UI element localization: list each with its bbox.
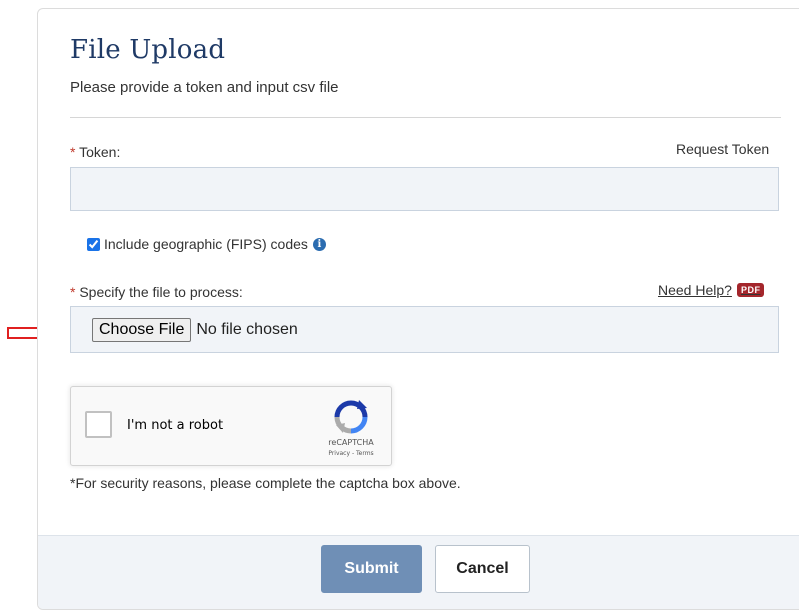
captcha-label: I'm not a robot: [127, 418, 224, 433]
page-title: File Upload: [70, 35, 226, 65]
form-footer: Submit Cancel: [38, 535, 799, 609]
need-help-text: Need Help?: [658, 282, 732, 298]
file-input-box: Choose File No file chosen: [70, 306, 779, 353]
token-label-text: Token:: [79, 144, 121, 160]
required-mark: *: [70, 284, 76, 300]
recaptcha-logo-icon: [334, 400, 368, 434]
info-circle-icon[interactable]: i: [312, 237, 326, 251]
file-label-text: Specify the file to process:: [79, 284, 243, 300]
request-token-link[interactable]: Request Token: [676, 141, 769, 157]
captcha-checkbox[interactable]: [85, 411, 112, 438]
recaptcha-brand: reCAPTCHA: [328, 438, 374, 447]
token-input[interactable]: [70, 167, 779, 211]
need-help-link[interactable]: Need Help? PDF: [658, 282, 765, 298]
divider: [70, 117, 781, 118]
fips-checkbox-row[interactable]: Include geographic (FIPS) codes i: [87, 236, 326, 252]
recaptcha-widget: I'm not a robot reCAPTCHA Privacy - Term…: [70, 386, 392, 466]
security-note: *For security reasons, please complete t…: [70, 475, 461, 491]
cancel-button[interactable]: Cancel: [435, 545, 530, 593]
submit-button[interactable]: Submit: [321, 545, 422, 593]
file-upload-card: File Upload Please provide a token and i…: [37, 8, 799, 610]
file-status: No file chosen: [196, 320, 298, 338]
fips-checkbox[interactable]: [87, 237, 100, 251]
recaptcha-links[interactable]: Privacy - Terms: [321, 450, 381, 457]
token-label: * Token:: [70, 144, 120, 160]
pdf-badge: PDF: [736, 283, 765, 297]
choose-file-button[interactable]: Choose File: [92, 317, 192, 342]
fips-label: Include geographic (FIPS) codes: [104, 236, 308, 252]
required-mark: *: [70, 144, 76, 160]
page-subtitle: Please provide a token and input csv fil…: [70, 79, 339, 96]
file-label: * Specify the file to process:: [70, 284, 243, 300]
